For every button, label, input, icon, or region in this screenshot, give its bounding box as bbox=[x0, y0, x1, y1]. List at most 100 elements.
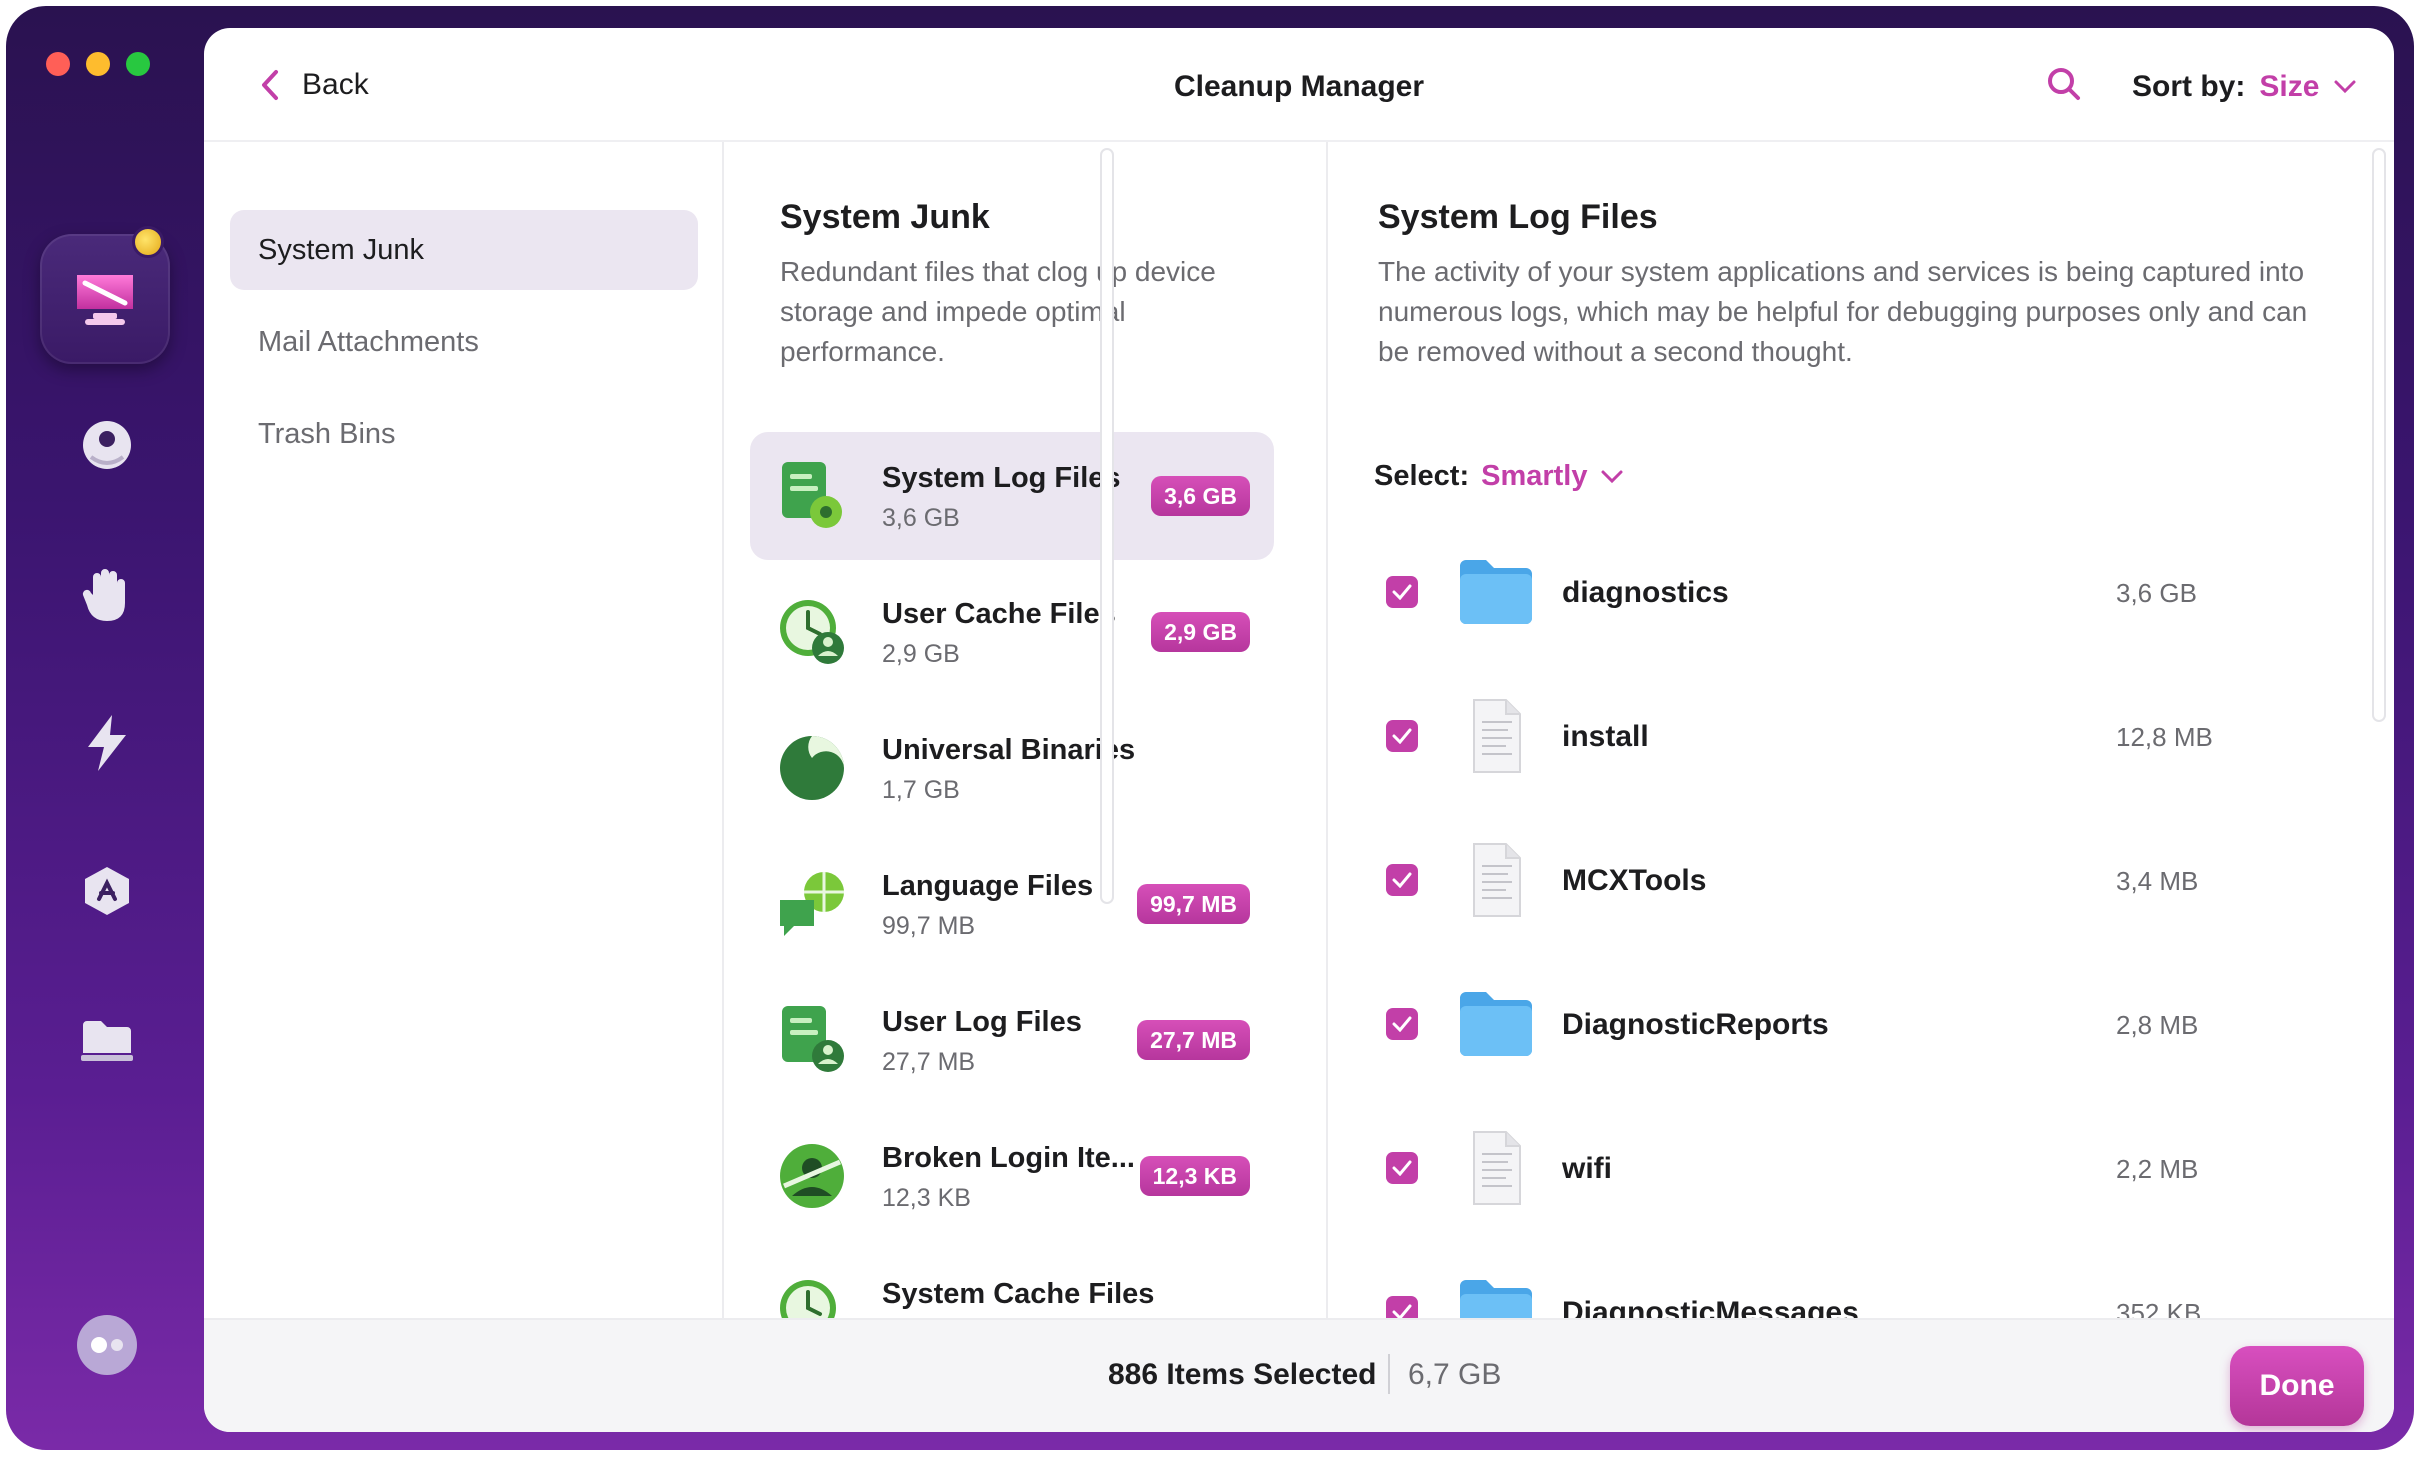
file-size: 12,8 MB bbox=[2116, 722, 2213, 752]
assistant-icon bbox=[77, 1315, 137, 1375]
selected-count: 886 Items Selected bbox=[1108, 1358, 1377, 1391]
category-mail-attachments[interactable]: Mail Attachments bbox=[230, 302, 698, 382]
file-row[interactable]: DiagnosticMessages 352 KB bbox=[1386, 1264, 2286, 1318]
folder-icon bbox=[1460, 560, 1532, 624]
item-size: 12,3 KB bbox=[882, 1184, 971, 1212]
file-name: diagnostics bbox=[1562, 576, 1729, 609]
checkmark-icon bbox=[1392, 872, 1412, 888]
window-controls bbox=[46, 52, 150, 76]
file-checkbox[interactable] bbox=[1386, 576, 1418, 608]
user-cache-icon bbox=[780, 600, 844, 664]
rail-assistant-button[interactable] bbox=[58, 1296, 156, 1394]
rail-applications-button[interactable] bbox=[58, 842, 156, 940]
sort-label: Sort by: bbox=[2132, 70, 2246, 103]
file-checkbox[interactable] bbox=[1386, 864, 1418, 896]
junk-item[interactable]: System Cache Files bbox=[750, 1248, 1274, 1318]
size-badge: 2,9 GB bbox=[1151, 612, 1250, 652]
rail-protection-button[interactable] bbox=[58, 396, 156, 494]
file-row[interactable]: install 12,8 MB bbox=[1386, 688, 2286, 788]
junk-item[interactable]: Universal Binaries 1,7 GB bbox=[750, 704, 1274, 832]
category-system-junk[interactable]: System Junk bbox=[230, 210, 698, 290]
file-size: 3,4 MB bbox=[2116, 866, 2199, 896]
file-name: DiagnosticMessages bbox=[1562, 1296, 1859, 1318]
junk-item[interactable]: Language Files 99,7 MB 99,7 MB bbox=[750, 840, 1274, 968]
lightning-icon bbox=[88, 715, 126, 771]
file-size: 2,8 MB bbox=[2116, 1010, 2199, 1040]
done-button[interactable]: Done bbox=[2230, 1346, 2364, 1426]
file-name: wifi bbox=[1562, 1152, 1612, 1185]
size-badge: 27,7 MB bbox=[1137, 1020, 1250, 1060]
size-badge: 12,3 KB bbox=[1139, 1156, 1250, 1196]
selected-size: 6,7 GB bbox=[1408, 1358, 1502, 1391]
category-trash-bins[interactable]: Trash Bins bbox=[230, 394, 698, 474]
chevron-down-icon bbox=[2334, 80, 2356, 94]
rail-files-button[interactable] bbox=[58, 992, 156, 1090]
file-checkbox[interactable] bbox=[1386, 1296, 1418, 1318]
detail-description: The activity of your system applications… bbox=[1378, 256, 2308, 367]
broken-login-icon bbox=[780, 1144, 844, 1208]
file-row[interactable]: MCXTools 3,4 MB bbox=[1386, 832, 2286, 932]
file-row[interactable]: diagnostics 3,6 GB bbox=[1386, 544, 2286, 644]
size-badge: 3,6 GB bbox=[1151, 476, 1250, 516]
footer-bar: 886 Items Selected 6,7 GB Done bbox=[204, 1318, 2394, 1432]
search-button[interactable] bbox=[2044, 64, 2084, 109]
junk-item[interactable]: User Log Files 27,7 MB 27,7 MB bbox=[750, 976, 1274, 1104]
file-checkbox[interactable] bbox=[1386, 720, 1418, 752]
universal-binaries-icon bbox=[780, 736, 844, 800]
category-list: System Junk Mail Attachments Trash Bins bbox=[204, 142, 724, 1318]
file-name: MCXTools bbox=[1562, 864, 1707, 897]
footer-divider bbox=[1388, 1354, 1390, 1394]
rail-privacy-button[interactable] bbox=[58, 546, 156, 644]
file-row[interactable]: wifi 2,2 MB bbox=[1386, 1120, 2286, 1220]
app-window: Back Cleanup Manager Sort by: Size Syste… bbox=[6, 6, 2414, 1450]
junk-item[interactable]: System Log Files 3,6 GB 3,6 GB bbox=[750, 432, 1274, 560]
item-size: 2,9 GB bbox=[882, 640, 960, 668]
sort-control[interactable]: Sort by: Size bbox=[2132, 70, 2357, 104]
rail-speed-button[interactable] bbox=[58, 694, 156, 792]
detail-title: System Log Files bbox=[1378, 198, 1658, 236]
file-checkbox[interactable] bbox=[1386, 1008, 1418, 1040]
detail-pane: System Log Files The activity of your sy… bbox=[1330, 142, 2394, 1318]
cleanup-monitor-icon bbox=[77, 275, 133, 325]
junk-item[interactable]: User Cache Files 2,9 GB 2,9 GB bbox=[750, 568, 1274, 696]
select-value[interactable]: Smartly bbox=[1481, 460, 1587, 493]
close-window-button[interactable] bbox=[46, 52, 70, 76]
file-checkbox[interactable] bbox=[1386, 1152, 1418, 1184]
section-title: System Junk bbox=[780, 198, 990, 236]
item-name: User Cache Files bbox=[882, 598, 1116, 630]
item-name: Universal Binaries bbox=[882, 734, 1136, 766]
protection-icon bbox=[83, 421, 131, 469]
document-icon bbox=[1473, 843, 1521, 917]
search-icon bbox=[2048, 68, 2080, 100]
user-log-icon bbox=[782, 1006, 844, 1072]
sort-value[interactable]: Size bbox=[2259, 70, 2319, 104]
select-control[interactable]: Select: Smartly bbox=[1374, 460, 1624, 493]
file-name: install bbox=[1562, 720, 1649, 753]
file-size: 3,6 GB bbox=[2116, 578, 2197, 608]
file-row[interactable]: DiagnosticReports 2,8 MB bbox=[1386, 976, 2286, 1076]
checkmark-icon bbox=[1392, 1016, 1412, 1032]
detail-scrollbar[interactable] bbox=[2372, 148, 2386, 722]
item-name: System Log Files bbox=[882, 462, 1121, 494]
minimize-window-button[interactable] bbox=[86, 52, 110, 76]
list-scrollbar[interactable] bbox=[1100, 148, 1114, 904]
notification-dot bbox=[132, 226, 164, 258]
section-description: Redundant files that clog up device stor… bbox=[780, 256, 1216, 367]
document-icon bbox=[1473, 699, 1521, 773]
zoom-window-button[interactable] bbox=[126, 52, 150, 76]
checkmark-icon bbox=[1392, 1304, 1412, 1318]
junk-item[interactable]: Broken Login Ite... 12,3 KB 12,3 KB bbox=[750, 1112, 1274, 1240]
applications-icon bbox=[85, 867, 129, 915]
size-badge: 99,7 MB bbox=[1137, 884, 1250, 924]
checkmark-icon bbox=[1392, 1160, 1412, 1176]
junk-list-pane: System Junk Redundant files that clog up… bbox=[726, 142, 1328, 1318]
folder-icon bbox=[1460, 992, 1532, 1056]
file-size: 352 KB bbox=[2116, 1298, 2202, 1318]
system-cache-icon bbox=[780, 1280, 836, 1318]
top-bar: Back Cleanup Manager Sort by: Size bbox=[204, 28, 2394, 142]
item-size: 27,7 MB bbox=[882, 1048, 976, 1076]
item-name: User Log Files bbox=[882, 1006, 1082, 1038]
file-name: DiagnosticReports bbox=[1562, 1008, 1829, 1041]
hand-icon bbox=[82, 569, 125, 621]
document-icon bbox=[1473, 1131, 1521, 1205]
